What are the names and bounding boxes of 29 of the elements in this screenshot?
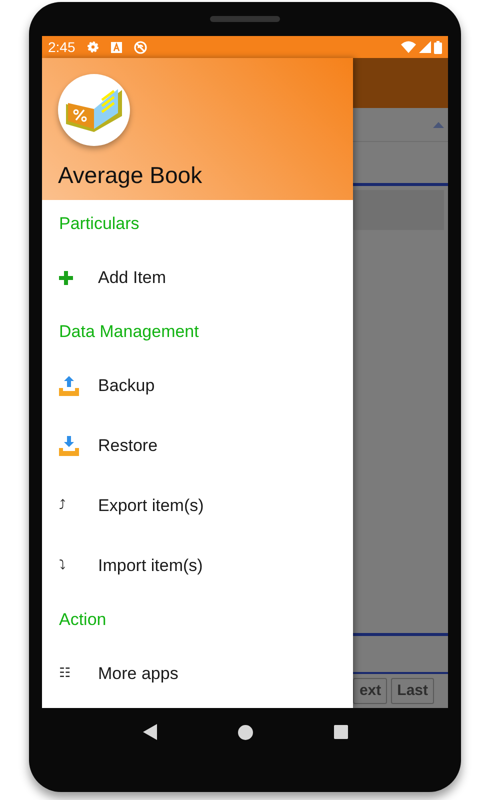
menu-item[interactable]: Restore (42, 416, 354, 476)
back-icon[interactable] (142, 724, 156, 740)
no-sync-icon (134, 40, 148, 54)
plus-icon (59, 271, 73, 285)
gear-icon (87, 41, 100, 53)
battery-icon (434, 40, 442, 54)
section-header: Action (59, 609, 106, 632)
tray-upload-icon (59, 376, 79, 396)
menu-item[interactable]: ☷ More apps (42, 644, 354, 704)
tray-download-icon (59, 436, 79, 456)
section-header: Data Management (59, 321, 199, 344)
signal-icon (419, 41, 431, 53)
wifi-icon (401, 41, 416, 53)
overview-icon[interactable] (334, 725, 348, 739)
item-glyph-icon: ☷ (59, 664, 71, 684)
status-time: 2:45 (48, 38, 76, 56)
item-glyph-icon: ⤵ (59, 556, 66, 576)
menu-item[interactable]: Backup (42, 356, 354, 416)
speaker-grille (210, 16, 280, 22)
menu-item[interactable]: Add Item (42, 248, 354, 308)
home-icon[interactable] (238, 724, 252, 740)
section-header: Particulars (59, 213, 140, 236)
menu-item[interactable]: ⤵ Import item(s) (42, 536, 354, 596)
drawer-title: Average Book (58, 161, 204, 190)
book-icon (64, 86, 124, 134)
item-glyph-icon: ⤴ (59, 496, 66, 516)
menu-item[interactable]: ⤴ Export item(s) (42, 476, 354, 536)
keyboard-letter-icon (111, 42, 122, 52)
caret-up-icon (433, 122, 444, 128)
